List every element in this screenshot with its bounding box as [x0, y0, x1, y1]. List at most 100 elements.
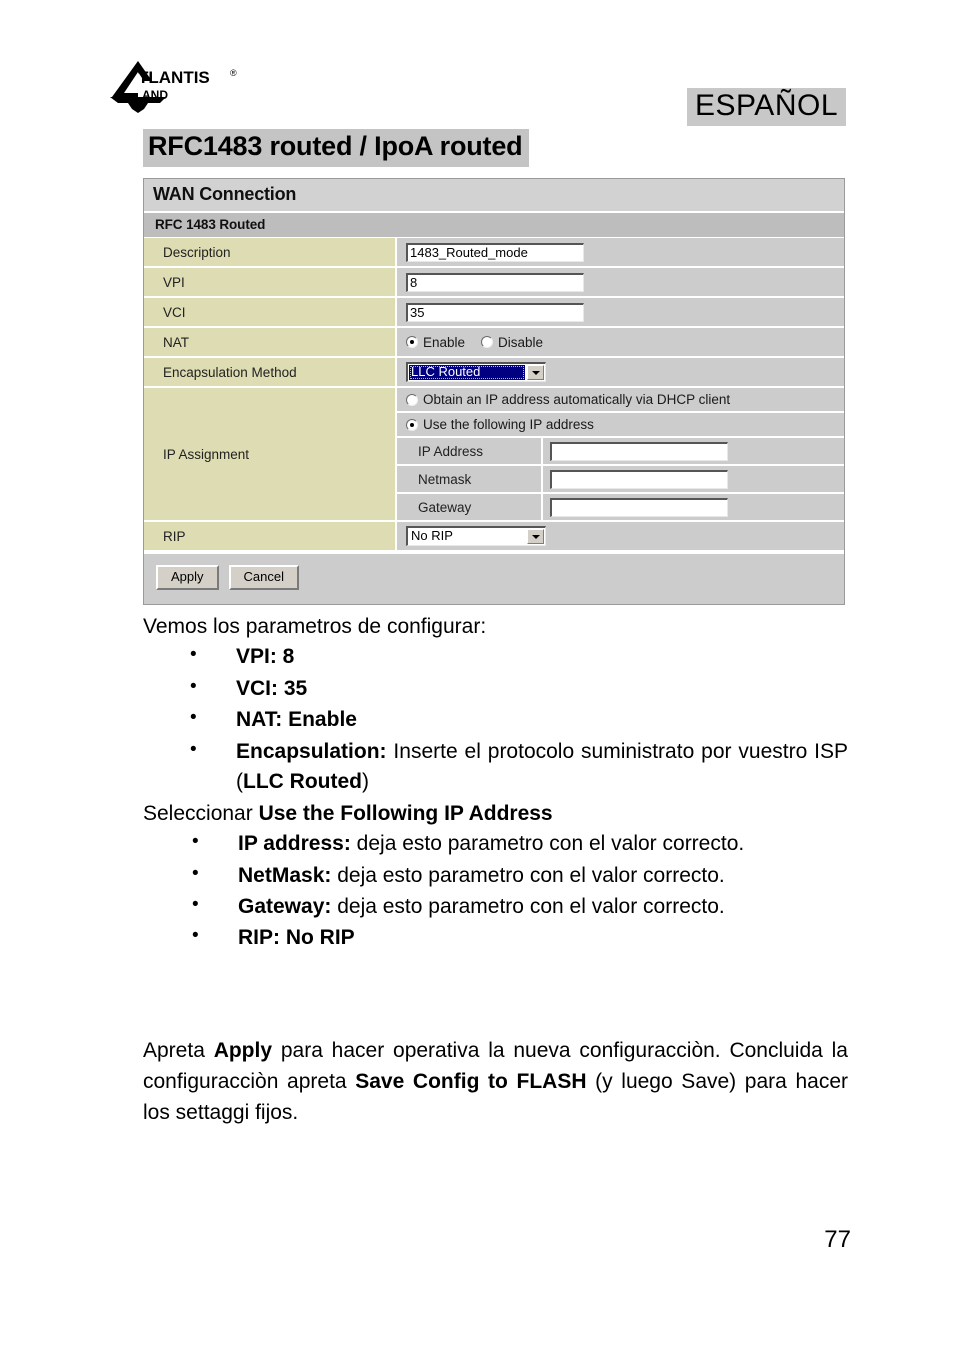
- svg-text:®: ®: [230, 68, 237, 78]
- svg-text:AND: AND: [142, 88, 168, 102]
- vci-input[interactable]: [406, 302, 584, 322]
- chevron-down-icon[interactable]: [527, 365, 544, 380]
- select-instruction-line: Seleccionar Use the Following IP Address: [143, 799, 848, 829]
- rip-select[interactable]: No RIP: [406, 526, 546, 546]
- intro-text: Vemos los parametros de configurar:: [143, 615, 487, 638]
- parameter-bullet-list: VPI: 8 VCI: 35 NAT: Enable Encapsulation…: [143, 641, 848, 798]
- field-nat: Enable Disable: [397, 328, 844, 356]
- bullet-ip-address-label: IP address:: [238, 832, 351, 856]
- closing-part-1: Apreta: [143, 1039, 214, 1062]
- label-gateway: Gateway: [397, 494, 543, 520]
- radio-icon-dhcp[interactable]: [406, 393, 418, 406]
- label-netmask: Netmask: [397, 466, 543, 492]
- apply-button[interactable]: Apply: [156, 565, 219, 590]
- form-row-encapsulation: Encapsulation Method LLC Routed: [144, 358, 844, 388]
- list-item: RIP: No RIP: [143, 922, 848, 953]
- field-description: [397, 238, 844, 266]
- ip-assignment-options: Obtain an IP address automatically via D…: [397, 388, 844, 520]
- language-badge: ESPAÑOL: [687, 88, 846, 126]
- bullet-encapsulation-label: Encapsulation:: [236, 739, 387, 763]
- field-encapsulation: LLC Routed: [397, 358, 844, 386]
- rip-select-value: No RIP: [411, 528, 453, 543]
- bullet-rip-label: RIP: No RIP: [238, 926, 355, 950]
- encapsulation-select-value: LLC Routed: [409, 365, 525, 380]
- closing-bold-save: Save Config to FLASH: [355, 1069, 587, 1093]
- nat-disable-radio-group[interactable]: Disable: [481, 335, 543, 350]
- static-ip-option-label: Use the following IP address: [423, 417, 594, 432]
- gateway-input[interactable]: [550, 497, 728, 517]
- field-ip-address: [543, 438, 844, 464]
- bullet-gateway-text: deja esto parametro con el valor correct…: [331, 894, 725, 918]
- field-netmask: [543, 466, 844, 492]
- list-item: IP address: deja esto parametro con el v…: [143, 828, 848, 859]
- form-row-vpi: VPI: [144, 268, 844, 298]
- sub-row-netmask: Netmask: [397, 466, 844, 494]
- netmask-input[interactable]: [550, 469, 728, 489]
- bullet-netmask-label: NetMask:: [238, 863, 332, 887]
- sub-row-gateway: Gateway: [397, 494, 844, 520]
- label-vpi: VPI: [144, 268, 397, 296]
- ip-address-input[interactable]: [550, 441, 728, 461]
- static-ip-radio-group[interactable]: Use the following IP address: [406, 417, 594, 432]
- atlantis-land-logo: TLANTIS ® AND: [108, 57, 268, 113]
- radio-icon-nat-disable[interactable]: [481, 336, 494, 348]
- form-row-rip: RIP No RIP: [144, 522, 844, 552]
- closing-text: Apreta Apply para hacer operativa la nue…: [143, 1036, 848, 1129]
- bullet-encapsulation-text-b: ): [361, 770, 369, 794]
- ip-parameter-bullet-list: IP address: deja esto parametro con el v…: [143, 828, 848, 954]
- list-item: VPI: 8: [143, 641, 848, 672]
- description-input[interactable]: [406, 242, 584, 262]
- bullet-nat-label: NAT: Enable: [236, 708, 357, 732]
- label-vci: VCI: [144, 298, 397, 326]
- radio-icon-static-ip[interactable]: [406, 418, 418, 431]
- static-ip-option-row[interactable]: Use the following IP address: [397, 413, 844, 438]
- label-nat: NAT: [144, 328, 397, 356]
- bullet-encapsulation-value: LLC Routed: [243, 770, 362, 794]
- form-row-ip-assignment: IP Assignment Obtain an IP address autom…: [144, 388, 844, 522]
- field-gateway: [543, 494, 844, 520]
- svg-text:TLANTIS: TLANTIS: [138, 68, 210, 87]
- bullet-vpi-label: VPI: 8: [236, 645, 295, 669]
- panel-title: WAN Connection: [144, 179, 844, 213]
- list-item: Encapsulation: Inserte el protocolo sumi…: [143, 736, 848, 798]
- chevron-down-icon[interactable]: [527, 529, 544, 544]
- list-item: NetMask: deja esto parametro con el valo…: [143, 859, 848, 891]
- panel-button-bar: Apply Cancel: [144, 552, 844, 604]
- cancel-button[interactable]: Cancel: [228, 565, 299, 590]
- field-vpi: [397, 268, 844, 296]
- vpi-input[interactable]: [406, 272, 584, 292]
- page-title: RFC1483 routed / IpoA routed: [143, 129, 530, 167]
- label-ip-assignment: IP Assignment: [144, 388, 397, 520]
- radio-icon-nat-enable[interactable]: [406, 336, 418, 348]
- wan-connection-panel: WAN Connection RFC 1483 Routed Descripti…: [143, 178, 845, 605]
- form-row-nat: NAT Enable Disable: [144, 328, 844, 358]
- page-number: 77: [824, 1226, 851, 1253]
- nat-enable-label: Enable: [423, 334, 466, 350]
- dhcp-option-row[interactable]: Obtain an IP address automatically via D…: [397, 388, 844, 413]
- label-ip-address: IP Address: [397, 438, 543, 464]
- field-rip: No RIP: [397, 522, 844, 550]
- select-instruction-plain: Seleccionar: [143, 801, 259, 825]
- bullet-vci-label: VCI: 35: [236, 676, 308, 700]
- label-description: Description: [144, 238, 397, 266]
- encapsulation-select[interactable]: LLC Routed: [406, 362, 546, 382]
- closing-bold-apply: Apply: [213, 1039, 273, 1062]
- label-encapsulation: Encapsulation Method: [144, 358, 397, 386]
- closing-paragraph: Apreta Apply para hacer operativa la nue…: [143, 1036, 848, 1129]
- page-header: TLANTIS ® AND ESPAÑOL RFC1483 routed / I…: [0, 0, 954, 175]
- bullet-netmask-text: deja esto parametro con el valor correct…: [331, 863, 725, 887]
- nat-enable-radio-group[interactable]: Enable: [406, 335, 465, 350]
- form-row-description: Description: [144, 238, 844, 268]
- form-row-vci: VCI: [144, 298, 844, 328]
- list-item: Gateway: deja esto parametro con el valo…: [143, 891, 848, 922]
- sub-row-ip-address: IP Address: [397, 438, 844, 466]
- list-item: NAT: Enable: [143, 704, 848, 735]
- select-instruction-bold: Use the Following IP Address: [258, 801, 553, 825]
- dhcp-radio-group[interactable]: Obtain an IP address automatically via D…: [406, 392, 730, 407]
- list-item: VCI: 35: [143, 673, 848, 704]
- label-rip: RIP: [144, 522, 397, 550]
- dhcp-option-label: Obtain an IP address automatically via D…: [423, 392, 731, 407]
- instructions-body: Vemos los parametros de configurar: VPI:…: [143, 612, 848, 955]
- nat-disable-label: Disable: [498, 334, 544, 350]
- bullet-gateway-label: Gateway:: [238, 894, 332, 918]
